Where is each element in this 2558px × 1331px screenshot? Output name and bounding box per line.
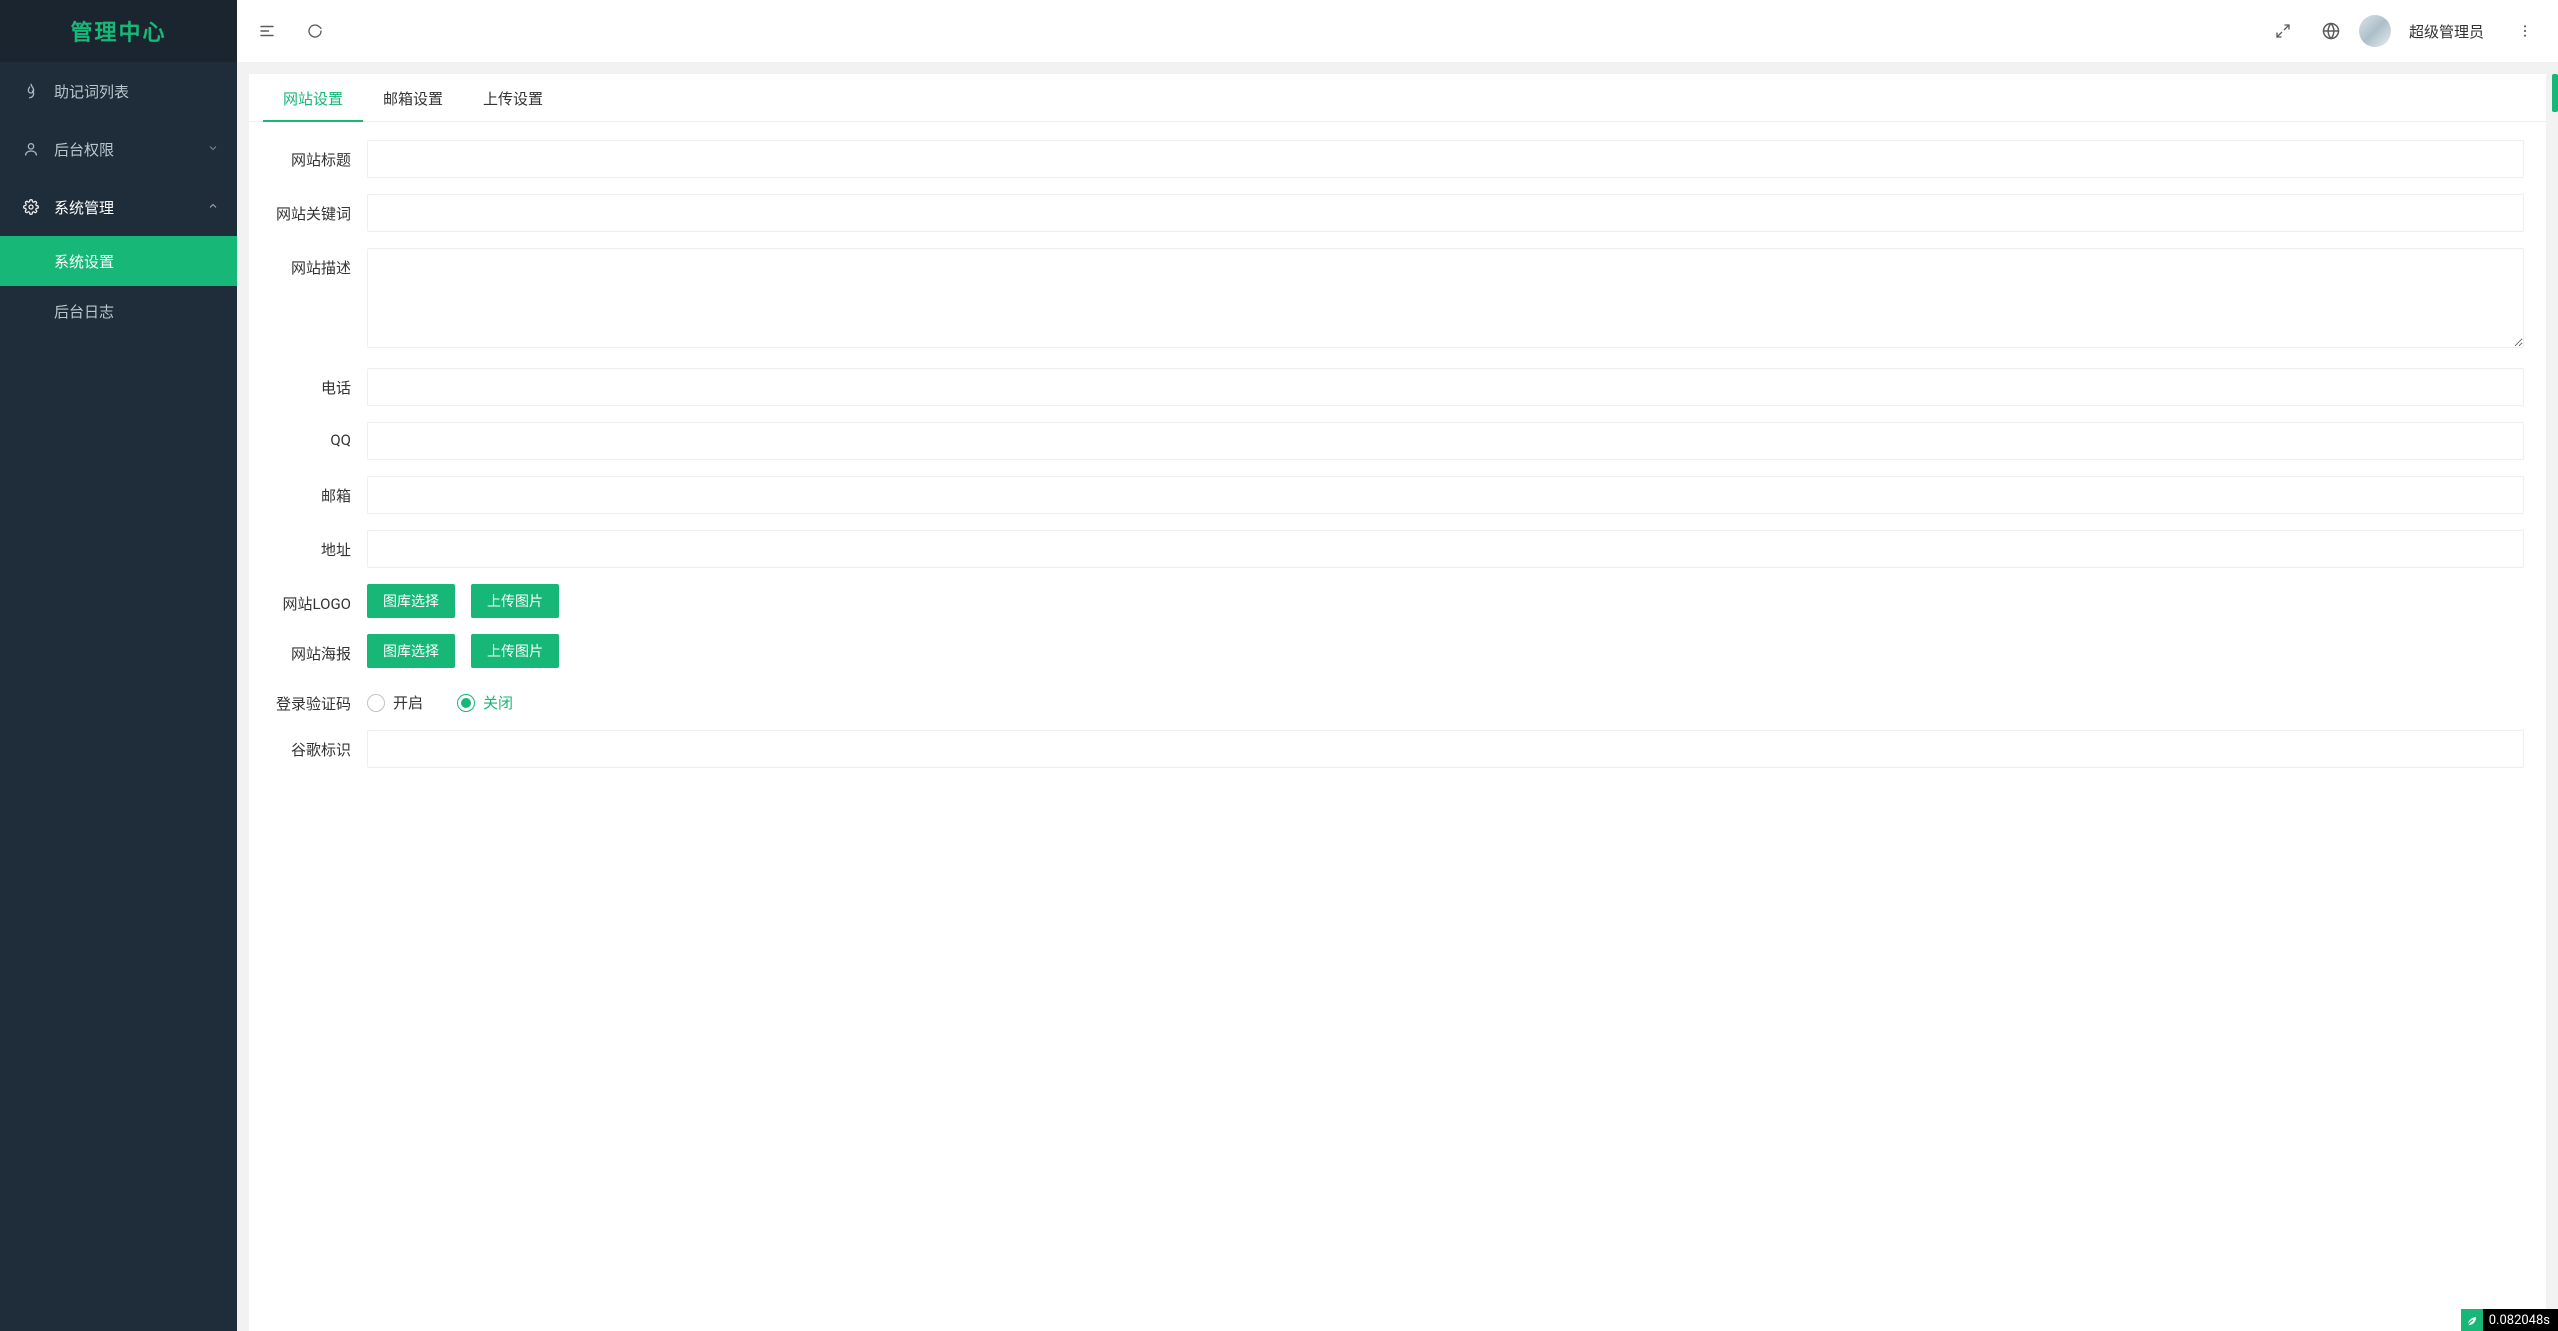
- perf-time: 0.082048s: [2489, 1313, 2550, 1328]
- button-logo-gallery[interactable]: 图库选择: [367, 584, 455, 618]
- chevron-up-icon: [207, 198, 219, 216]
- button-logo-upload[interactable]: 上传图片: [471, 584, 559, 618]
- sidebar-item-label: 后台日志: [54, 301, 114, 322]
- radio-label: 开启: [393, 692, 423, 713]
- input-google-flag[interactable]: [367, 730, 2524, 768]
- radio-label: 关闭: [483, 692, 513, 713]
- radio-captcha-off[interactable]: 关闭: [457, 692, 513, 713]
- sidebar-item-label: 助记词列表: [54, 81, 129, 102]
- tab-mail-settings[interactable]: 邮箱设置: [363, 74, 463, 121]
- collapse-sidebar-button[interactable]: [247, 0, 287, 62]
- gear-icon: [22, 198, 40, 216]
- input-email[interactable]: [367, 476, 2524, 514]
- label-site-desc: 网站描述: [271, 248, 367, 278]
- flame-icon: [22, 82, 40, 100]
- sidebar-item-label: 后台权限: [54, 139, 114, 160]
- content: 网站设置 邮箱设置 上传设置 网站标题 网站关键词 网站描述: [237, 62, 2558, 1331]
- leaf-icon: [2461, 1309, 2483, 1331]
- more-menu-button[interactable]: [2510, 0, 2540, 62]
- label-email: 邮箱: [271, 476, 367, 506]
- label-phone: 电话: [271, 368, 367, 398]
- header: 超级管理员: [237, 0, 2558, 62]
- sidebar-item-mnemonics[interactable]: 助记词列表: [0, 62, 237, 120]
- perf-badge[interactable]: 0.082048s: [2461, 1309, 2558, 1331]
- input-qq[interactable]: [367, 422, 2524, 460]
- textarea-site-desc[interactable]: [367, 248, 2524, 348]
- chevron-down-icon: [207, 140, 219, 158]
- avatar[interactable]: [2359, 15, 2391, 47]
- sidebar: 管理中心 助记词列表 后台权限 系: [0, 0, 237, 1331]
- panel: 网站设置 邮箱设置 上传设置 网站标题 网站关键词 网站描述: [249, 74, 2546, 1331]
- input-site-keywords[interactable]: [367, 194, 2524, 232]
- language-button[interactable]: [2311, 0, 2351, 62]
- refresh-button[interactable]: [295, 0, 335, 62]
- label-qq: QQ: [271, 422, 367, 449]
- input-address[interactable]: [367, 530, 2524, 568]
- sidebar-nav: 助记词列表 后台权限 系统管理: [0, 62, 237, 1331]
- input-site-title[interactable]: [367, 140, 2524, 178]
- label-login-captcha: 登录验证码: [271, 684, 367, 714]
- fullscreen-button[interactable]: [2263, 0, 2303, 62]
- tab-upload-settings[interactable]: 上传设置: [463, 74, 563, 121]
- button-poster-upload[interactable]: 上传图片: [471, 634, 559, 668]
- username[interactable]: 超级管理员: [2409, 21, 2484, 42]
- form: 网站标题 网站关键词 网站描述 电话: [249, 122, 2546, 802]
- sidebar-item-system-settings[interactable]: 系统设置: [0, 236, 237, 286]
- label-site-keywords: 网站关键词: [271, 194, 367, 224]
- sidebar-item-permissions[interactable]: 后台权限: [0, 120, 237, 178]
- button-poster-gallery[interactable]: 图库选择: [367, 634, 455, 668]
- user-icon: [22, 140, 40, 158]
- sidebar-submenu-system: 系统设置 后台日志: [0, 236, 237, 336]
- sidebar-item-label: 系统设置: [54, 251, 114, 272]
- sidebar-item-label: 系统管理: [54, 197, 114, 218]
- app-logo: 管理中心: [0, 0, 237, 62]
- radio-dot-icon: [367, 694, 385, 712]
- label-site-title: 网站标题: [271, 140, 367, 170]
- radio-dot-icon: [457, 694, 475, 712]
- sidebar-item-system[interactable]: 系统管理: [0, 178, 237, 236]
- main: 超级管理员 网站设置 邮箱设置 上传设置 网站标题: [237, 0, 2558, 1331]
- scroll-indicator[interactable]: [2552, 74, 2558, 112]
- radio-captcha-on[interactable]: 开启: [367, 692, 423, 713]
- label-address: 地址: [271, 530, 367, 560]
- label-site-logo: 网站LOGO: [271, 584, 367, 614]
- input-phone[interactable]: [367, 368, 2524, 406]
- label-google-flag: 谷歌标识: [271, 730, 367, 760]
- label-site-poster: 网站海报: [271, 634, 367, 664]
- sidebar-item-admin-log[interactable]: 后台日志: [0, 286, 237, 336]
- tab-site-settings[interactable]: 网站设置: [263, 74, 363, 121]
- tabs: 网站设置 邮箱设置 上传设置: [249, 74, 2546, 122]
